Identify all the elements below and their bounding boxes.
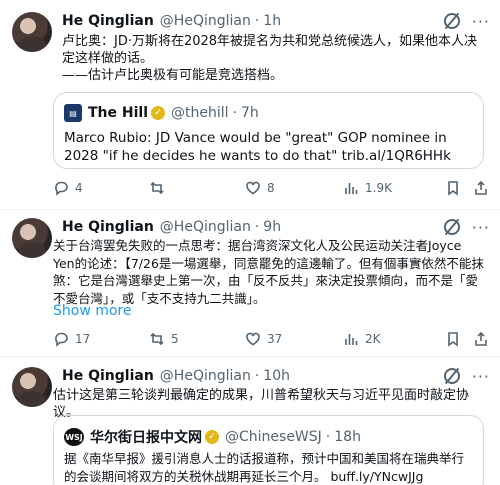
timestamp[interactable]: 10h <box>263 368 290 384</box>
separator-dot: · <box>254 368 260 384</box>
tweet[interactable]: He Qinglian @HeQinglian · 1h ··· 卢比奥：JD·… <box>0 0 500 210</box>
grok-icon[interactable] <box>443 219 460 235</box>
tweet-header: He Qinglian @HeQinglian · 9h ··· <box>62 217 490 237</box>
reply-button[interactable]: 4 <box>53 179 83 197</box>
quote-timestamp: 18h <box>334 429 361 445</box>
show-more-link[interactable]: Show more <box>53 303 132 319</box>
like-count: 37 <box>267 332 283 346</box>
retweet-icon <box>150 332 164 346</box>
separator-dot: · <box>254 13 260 29</box>
like-count: 8 <box>267 181 275 195</box>
grok-icon[interactable] <box>443 368 460 384</box>
bookmark-icon <box>448 181 458 196</box>
tweet-header: He Qinglian @HeQinglian · 10h ··· <box>62 366 490 386</box>
tweet[interactable]: He Qinglian @HeQinglian · 9h ··· 关于台湾罢免失… <box>0 210 500 357</box>
tweet-text: 卢比奥：JD·万斯将在2028年被提名为共和党总统候选人，如果他本人决定这样做的… <box>62 34 478 83</box>
like-button[interactable]: 37 <box>245 330 282 348</box>
share-button[interactable] <box>473 179 489 197</box>
verified-badge-icon: ✓ <box>151 106 165 120</box>
share-icon <box>475 331 487 346</box>
retweet-count: 5 <box>171 332 179 346</box>
quote-text: Marco Rubio: JD Vance would be "great" G… <box>64 130 451 164</box>
retweet-button[interactable] <box>149 179 171 197</box>
bookmark-button[interactable] <box>445 179 461 197</box>
author-handle[interactable]: @HeQinglian <box>160 368 251 384</box>
quote-timestamp: 7h <box>240 105 259 121</box>
more-icon[interactable]: ··· <box>472 12 490 31</box>
share-icon <box>475 180 487 195</box>
author-name[interactable]: He Qinglian <box>62 13 154 29</box>
avatar[interactable] <box>12 367 52 407</box>
quote-author-handle: @thehill <box>171 105 229 121</box>
views-chart-icon <box>345 183 358 194</box>
views-chart-icon <box>345 334 358 345</box>
views-button[interactable]: 1.9K <box>343 179 392 197</box>
quote-author-handle: @ChineseWSJ <box>225 429 322 445</box>
separator-dot: · <box>232 105 237 121</box>
separator-dot: · <box>254 219 260 235</box>
quote-author-name: The Hill <box>88 105 148 121</box>
reply-icon <box>55 181 68 196</box>
avatar[interactable] <box>12 12 52 52</box>
heart-icon <box>246 332 260 346</box>
quote-text: 据《南华早报》援引消息人士的话报道称，预计中国和美国将在瑞典举行的会谈期间将双方… <box>64 451 465 484</box>
avatar[interactable] <box>12 218 52 258</box>
verified-badge-icon: ✓ <box>205 430 219 444</box>
reply-button[interactable]: 17 <box>53 330 90 348</box>
reply-count: 4 <box>75 181 83 195</box>
tweet-text: 关于台湾罢免失败的一点思考：据台湾资深文化人及公民运动关注者Joyce Yen的… <box>53 238 484 306</box>
retweet-icon <box>150 181 164 195</box>
author-name[interactable]: He Qinglian <box>62 219 154 235</box>
tweet[interactable]: He Qinglian @HeQinglian · 10h ··· 估计这是第三… <box>0 357 500 485</box>
heart-icon <box>246 181 260 195</box>
views-count: 1.9K <box>365 181 392 195</box>
separator-dot: · <box>325 429 331 445</box>
author-handle[interactable]: @HeQinglian <box>160 219 251 235</box>
author-name[interactable]: He Qinglian <box>62 368 154 384</box>
action-bar: 17 5 37 2K <box>53 330 493 348</box>
reply-count: 17 <box>75 332 91 346</box>
quoted-tweet[interactable]: ▤ The Hill ✓ @thehill · 7h Marco Rubio: … <box>53 92 484 169</box>
share-button[interactable] <box>473 330 489 348</box>
grok-icon[interactable] <box>443 13 460 29</box>
quote-author-name: 华尔街日报中文网 <box>90 430 202 446</box>
reply-icon <box>55 332 68 347</box>
like-button[interactable]: 8 <box>245 179 275 197</box>
quote-header: WSJ 华尔街日报中文网 ✓ @ChineseWSJ · 18h <box>64 427 361 447</box>
retweet-button[interactable]: 5 <box>149 330 179 348</box>
timestamp[interactable]: 1h <box>263 13 281 29</box>
more-icon[interactable]: ··· <box>472 367 490 386</box>
quote-header: ▤ The Hill ✓ @thehill · 7h <box>64 104 259 122</box>
quoted-tweet[interactable]: WSJ 华尔街日报中文网 ✓ @ChineseWSJ · 18h 据《南华早报》… <box>53 415 484 485</box>
bookmark-button[interactable] <box>445 330 461 348</box>
more-icon[interactable]: ··· <box>472 218 490 237</box>
views-button[interactable]: 2K <box>343 330 381 348</box>
author-handle[interactable]: @HeQinglian <box>160 13 251 29</box>
tweet-header: He Qinglian @HeQinglian · 1h ··· <box>62 11 490 31</box>
bookmark-icon <box>448 332 458 347</box>
wsj-logo-icon: WSJ <box>64 428 84 446</box>
the-hill-logo-icon: ▤ <box>64 104 82 122</box>
action-bar: 4 8 1.9K <box>53 179 493 197</box>
views-count: 2K <box>365 332 381 346</box>
timestamp[interactable]: 9h <box>263 219 281 235</box>
